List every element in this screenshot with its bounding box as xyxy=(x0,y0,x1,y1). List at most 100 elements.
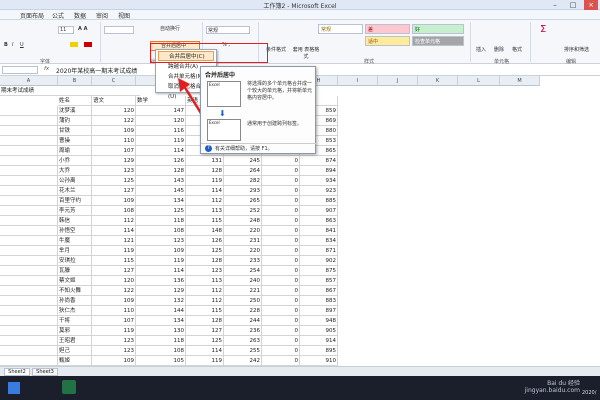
menu-review[interactable]: 审阅 xyxy=(96,11,108,20)
maximize-button[interactable]: □ xyxy=(566,0,580,10)
table-cell[interactable]: 0 xyxy=(262,286,300,296)
table-cell[interactable] xyxy=(0,226,58,236)
table-cell[interactable]: 孙悟空 xyxy=(58,226,92,236)
table-cell[interactable] xyxy=(0,266,58,276)
table-cell[interactable]: 127 xyxy=(186,326,224,336)
table-cell[interactable]: 245 xyxy=(224,156,262,166)
table-cell[interactable]: 107 xyxy=(92,146,136,156)
table-cell[interactable] xyxy=(0,146,58,156)
menu-data[interactable]: 数据 xyxy=(74,11,86,20)
table-cell[interactable]: 128 xyxy=(186,166,224,176)
wrap-text-button[interactable]: 自动换行 xyxy=(160,25,180,32)
table-cell[interactable]: 122 xyxy=(92,116,136,126)
table-cell[interactable]: 112 xyxy=(186,296,224,306)
table-cell[interactable]: 芈月 xyxy=(58,246,92,256)
table-cell[interactable]: 233 xyxy=(224,256,262,266)
table-cell[interactable] xyxy=(0,186,58,196)
table-cell[interactable]: 周瑜 xyxy=(58,146,92,156)
table-cell[interactable]: 119 xyxy=(92,326,136,336)
table-cell[interactable]: 867 xyxy=(300,286,338,296)
fill-color-icon[interactable] xyxy=(70,42,78,47)
table-cell[interactable]: 姓名 xyxy=(58,96,92,106)
table-cell[interactable]: 李元芳 xyxy=(58,206,92,216)
column-header[interactable]: K xyxy=(418,76,458,86)
table-cell[interactable]: 108 xyxy=(136,346,186,356)
table-cell[interactable]: 0 xyxy=(262,246,300,256)
table-cell[interactable]: 0 xyxy=(262,316,300,326)
table-cell[interactable]: 不知火舞 xyxy=(58,286,92,296)
table-cell[interactable]: 109 xyxy=(92,296,136,306)
table-cell[interactable]: 121 xyxy=(92,236,136,246)
table-cell[interactable]: 119 xyxy=(186,176,224,186)
table-cell[interactable]: 875 xyxy=(300,266,338,276)
column-header[interactable]: B xyxy=(58,76,92,86)
table-cell[interactable]: 125 xyxy=(136,206,186,216)
table-cell[interactable]: 265 xyxy=(224,196,262,206)
table-cell[interactable]: 109 xyxy=(92,126,136,136)
table-cell[interactable]: 871 xyxy=(300,246,338,256)
table-cell[interactable]: 131 xyxy=(186,156,224,166)
table-cell[interactable]: 妲己 xyxy=(58,346,92,356)
table-cell[interactable]: 125 xyxy=(186,246,224,256)
table-cell[interactable]: 0 xyxy=(262,356,300,366)
table-cell[interactable]: 130 xyxy=(136,326,186,336)
table-cell[interactable]: 119 xyxy=(186,356,224,366)
table-cell[interactable]: 109 xyxy=(136,246,186,256)
name-box[interactable] xyxy=(2,66,38,74)
table-cell[interactable]: 910 xyxy=(300,356,338,366)
table-cell[interactable]: 蒲钓 xyxy=(58,116,92,126)
table-cell[interactable]: 112 xyxy=(186,196,224,206)
style-good[interactable]: 好 xyxy=(412,24,464,34)
table-cell[interactable]: 242 xyxy=(224,356,262,366)
table-cell[interactable]: 143 xyxy=(136,176,186,186)
table-cell[interactable]: 282 xyxy=(224,176,262,186)
table-cell[interactable]: 王昭君 xyxy=(58,336,92,346)
table-cell[interactable]: 248 xyxy=(224,216,262,226)
column-header[interactable]: J xyxy=(378,76,418,86)
table-cell[interactable]: 安琪拉 xyxy=(58,256,92,266)
table-cell[interactable]: 857 xyxy=(300,276,338,286)
table-cell[interactable]: 百里守约 xyxy=(58,196,92,206)
close-button[interactable]: × xyxy=(584,0,598,10)
table-cell[interactable]: 花木兰 xyxy=(58,186,92,196)
table-cell[interactable]: 114 xyxy=(186,346,224,356)
table-cell[interactable] xyxy=(0,136,58,146)
table-cell[interactable]: 123 xyxy=(186,266,224,276)
table-cell[interactable]: 240 xyxy=(224,276,262,286)
table-cell[interactable]: 834 xyxy=(300,236,338,246)
insert-button[interactable]: 插入 xyxy=(476,46,486,53)
table-cell[interactable]: 123 xyxy=(92,336,136,346)
table-cell[interactable]: 914 xyxy=(300,336,338,346)
table-cell[interactable]: 125 xyxy=(92,176,136,186)
table-cell[interactable] xyxy=(0,346,58,356)
table-cell[interactable]: 0 xyxy=(262,346,300,356)
table-cell[interactable]: 0 xyxy=(262,326,300,336)
table-cell[interactable]: 109 xyxy=(92,356,136,366)
table-cell[interactable]: 120 xyxy=(92,276,136,286)
table-cell[interactable]: 122 xyxy=(92,286,136,296)
table-cell[interactable] xyxy=(0,196,58,206)
table-cell[interactable]: 小乔 xyxy=(58,156,92,166)
table-cell[interactable]: 127 xyxy=(92,186,136,196)
table-cell[interactable]: 897 xyxy=(300,306,338,316)
table-cell[interactable]: 128 xyxy=(186,316,224,326)
table-cell[interactable]: 干将 xyxy=(58,316,92,326)
table-cell[interactable]: 126 xyxy=(136,156,186,166)
table-cell[interactable]: 128 xyxy=(186,256,224,266)
table-cell[interactable]: 莫邪 xyxy=(58,326,92,336)
table-cell[interactable]: 115 xyxy=(186,306,224,316)
table-cell[interactable] xyxy=(0,206,58,216)
table-cell[interactable]: 127 xyxy=(92,266,136,276)
table-cell[interactable]: 0 xyxy=(262,236,300,246)
table-cell[interactable]: 孙尚香 xyxy=(58,296,92,306)
menu-formulas[interactable]: 公式 xyxy=(52,11,64,20)
table-cell[interactable] xyxy=(0,326,58,336)
table-cell[interactable]: 119 xyxy=(92,246,136,256)
table-cell[interactable]: 0 xyxy=(262,256,300,266)
style-neutral[interactable]: 适中 xyxy=(365,36,410,46)
table-cell[interactable]: 0 xyxy=(262,196,300,206)
table-cell[interactable]: 甄姬 xyxy=(58,356,92,366)
table-cell[interactable]: 128 xyxy=(136,166,186,176)
sort-filter-button[interactable]: 排序和筛选 xyxy=(564,46,589,53)
table-cell[interactable] xyxy=(0,316,58,326)
